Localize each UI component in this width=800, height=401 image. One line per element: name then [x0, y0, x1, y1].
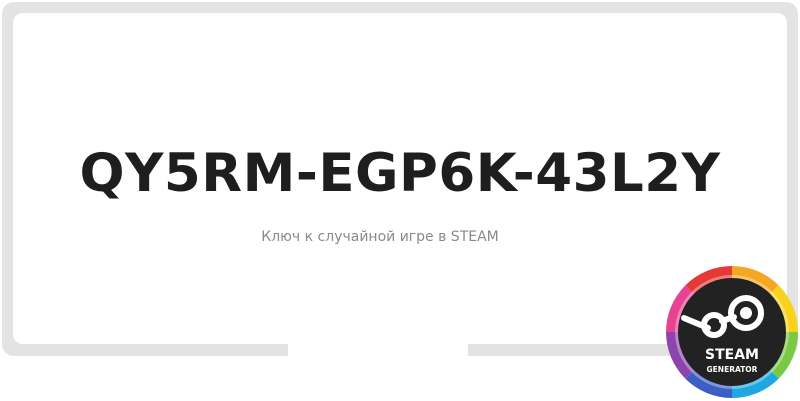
steam-generator-badge: STEAM GENERATOR: [664, 264, 800, 400]
badge-title: STEAM: [705, 347, 759, 363]
game-key: QY5RM-EGP6K-43L2Y: [79, 143, 721, 204]
key-description: Ключ к случайной игре в STEAM: [261, 229, 499, 245]
page: QY5RM-EGP6K-43L2Y Ключ к случайной игре …: [0, 0, 800, 401]
frame-gap: [288, 340, 468, 358]
badge-subtitle: GENERATOR: [707, 365, 758, 374]
badge-graphic: STEAM GENERATOR: [666, 266, 798, 398]
